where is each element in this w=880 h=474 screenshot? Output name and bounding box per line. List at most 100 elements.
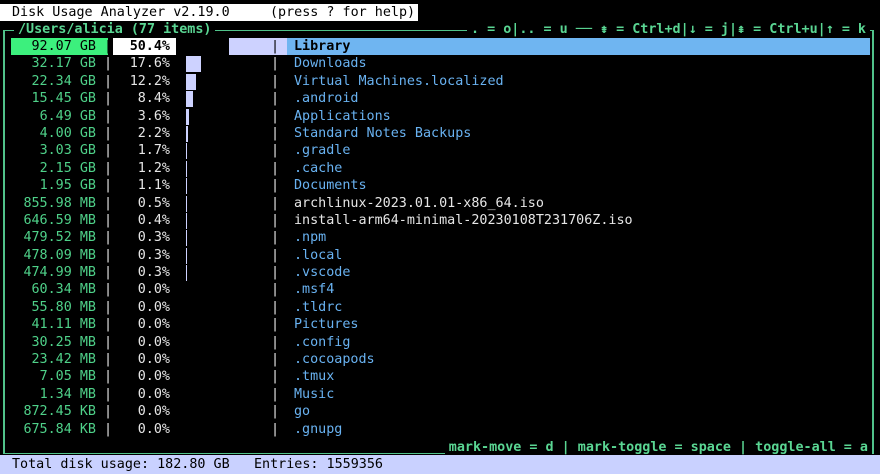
list-item[interactable]: 4.00 GB | 2.2% | Standard Notes Backups	[0, 125, 880, 142]
list-item[interactable]: 7.05 MB | 0.0% | .tmux	[0, 368, 880, 385]
mark-keys-hint: mark-move = d | mark-toggle = space | to…	[444, 439, 872, 457]
list-item[interactable]: 675.84 KB | 0.0% | .gnupg	[0, 421, 880, 438]
list-item[interactable]: 3.03 GB | 1.7% | .gradle	[0, 142, 880, 160]
column-separator: |	[271, 369, 280, 385]
navigation-keys-hint: . = o|.. = u ── ⇟ = Ctrl+d|↓ = j|⇞ = Ctr…	[466, 21, 870, 39]
usage-bar	[186, 143, 187, 160]
entry-name-file: install-arm64-minimal-20230108T231706Z.i…	[294, 212, 633, 228]
entry-size: 855.98 MB	[23, 195, 96, 211]
entry-name-directory: .tmux	[294, 369, 335, 385]
column-separator: |	[271, 160, 280, 176]
column-separator: |	[271, 386, 280, 402]
usage-bar	[186, 230, 187, 247]
entry-percentage: 0.3%	[137, 247, 170, 263]
list-item[interactable]: 30.25 MB | 0.0% | .config	[0, 334, 880, 351]
usage-bar	[186, 91, 193, 108]
entry-size: 23.42 MB	[31, 352, 97, 368]
entry-name-directory: Downloads	[294, 56, 367, 72]
list-item[interactable]: 92.07 GB | 50.4% | Library	[0, 38, 880, 56]
entry-percentage: 0.0%	[137, 317, 170, 333]
usage-bar	[186, 108, 189, 125]
column-separator: |	[271, 108, 280, 124]
list-item[interactable]: 15.45 GB | 8.4% | .android	[0, 90, 880, 108]
entry-name-directory: .npm	[294, 230, 327, 246]
entry-name-directory: .gradle	[294, 143, 351, 159]
column-separator: |	[271, 91, 280, 107]
column-separator: |	[271, 56, 280, 72]
entry-percentage: 17.6%	[129, 56, 170, 72]
column-separator: |	[271, 195, 280, 211]
entry-percentage: 0.0%	[137, 421, 170, 437]
entry-name-directory: .gnupg	[294, 421, 343, 437]
list-item[interactable]: 478.09 MB | 0.3% | .local	[0, 247, 880, 264]
list-item[interactable]: 474.99 MB | 0.3% | .vscode	[0, 264, 880, 282]
entry-name-directory: Music	[294, 386, 335, 402]
entry-size: 479.52 MB	[23, 230, 96, 246]
entry-percentage: 3.6%	[137, 108, 170, 124]
entry-percentage: 50.4%	[129, 39, 170, 54]
entry-size: 3.03 GB	[39, 143, 96, 159]
entry-percentage: 0.0%	[137, 334, 170, 350]
list-item[interactable]: 55.80 MB | 0.0% | .tldrc	[0, 299, 880, 316]
entry-percentage: 1.7%	[137, 143, 170, 159]
entry-size: 15.45 GB	[31, 91, 97, 107]
column-separator: |	[271, 282, 280, 298]
entry-size: 22.34 GB	[31, 73, 97, 89]
entry-percentage: 8.4%	[137, 91, 170, 107]
entry-name-directory: .android	[294, 91, 359, 107]
usage-bar	[186, 73, 196, 90]
column-separator: |	[271, 230, 280, 246]
title-bar: Disk Usage Analyzer v2.19.0 (press ? for…	[0, 4, 418, 21]
entry-size: 7.05 MB	[39, 369, 96, 385]
list-item[interactable]: 23.42 MB | 0.0% | .cocoapods	[0, 351, 880, 368]
usage-bar	[186, 178, 187, 195]
entry-percentage: 0.3%	[137, 230, 170, 246]
total-disk-usage: Total disk usage: 182.80 GB	[12, 457, 230, 472]
entry-name-directory: go	[294, 404, 311, 420]
entry-percentage: 0.4%	[137, 212, 170, 228]
entry-name-directory: Pictures	[294, 317, 359, 333]
entry-size: 646.59 MB	[23, 212, 96, 228]
list-item[interactable]: 646.59 MB | 0.4% | install-arm64-minimal-202…	[0, 212, 880, 229]
column-separator: |	[271, 334, 280, 350]
column-separator: |	[271, 352, 280, 368]
list-item[interactable]: 60.34 MB | 0.0% | .msf4	[0, 281, 880, 298]
entry-name-directory: .tldrc	[294, 299, 343, 315]
usage-bar	[186, 195, 187, 212]
list-item[interactable]: 6.49 GB | 3.6% | Applications	[0, 108, 880, 125]
entry-name-directory: .vscode	[294, 265, 351, 281]
entry-size: 55.80 MB	[31, 299, 97, 315]
list-item[interactable]: 32.17 GB | 17.6% | Downloads	[0, 55, 880, 73]
entries-count: Entries: 1559356	[254, 457, 383, 472]
list-item[interactable]: 855.98 MB | 0.5% | archlinux-2023.01.01-x86_…	[0, 195, 880, 212]
list-item[interactable]: 41.11 MB | 0.0% | Pictures	[0, 316, 880, 333]
entry-name-directory: Library	[294, 39, 351, 54]
list-item[interactable]: 872.45 KB | 0.0% | go	[0, 403, 880, 420]
entry-size: 30.25 MB	[31, 334, 97, 350]
column-separator: |	[271, 317, 280, 333]
column-separator: |	[271, 178, 280, 194]
entry-percentage: 0.0%	[137, 369, 170, 385]
entry-size: 2.15 GB	[39, 160, 96, 176]
entry-size: 1.95 GB	[39, 178, 96, 194]
list-item[interactable]: 1.34 MB | 0.0% | Music	[0, 386, 880, 403]
usage-bar	[186, 160, 187, 177]
entries-list[interactable]: 92.07 GB | 50.4% | Library 32.17 GB | 17.6% | Dow…	[0, 38, 880, 438]
column-separator: |	[271, 265, 280, 281]
entry-name-directory: .cache	[294, 160, 343, 176]
entry-percentage: 0.0%	[137, 282, 170, 298]
entry-size: 478.09 MB	[23, 247, 96, 263]
entry-name-directory: Applications	[294, 108, 391, 124]
entry-percentage: 0.0%	[137, 299, 170, 315]
column-separator: |	[271, 421, 280, 437]
entry-name-directory: Standard Notes Backups	[294, 125, 472, 141]
entry-percentage: 0.0%	[137, 404, 170, 420]
entry-percentage: 0.3%	[137, 265, 170, 281]
app-title: Disk Usage Analyzer v2.19.0	[12, 5, 230, 20]
column-separator: |	[271, 73, 280, 89]
list-item[interactable]: 1.95 GB | 1.1% | Documents	[0, 177, 880, 195]
list-item[interactable]: 2.15 GB | 1.2% | .cache	[0, 160, 880, 177]
list-item[interactable]: 479.52 MB | 0.3% | .npm	[0, 229, 880, 247]
list-item[interactable]: 22.34 GB | 12.2% | Virtual Machines.localize…	[0, 73, 880, 90]
usage-bar	[186, 212, 187, 229]
